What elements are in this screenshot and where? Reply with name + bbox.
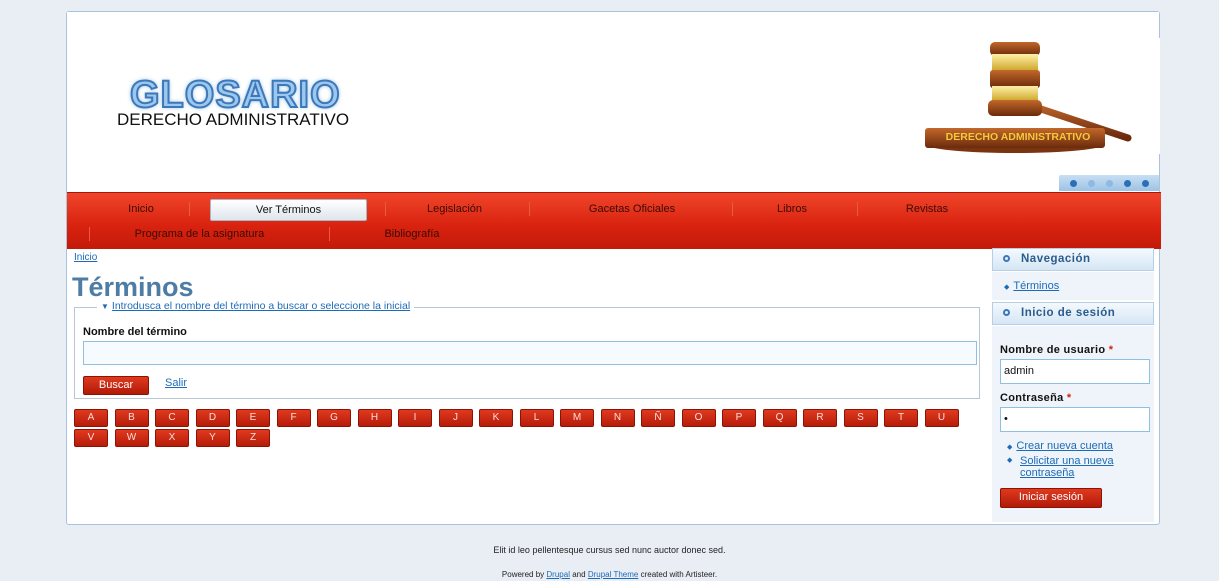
letter-button[interactable]: J	[438, 409, 473, 427]
bullet-icon: ◆	[1004, 284, 1010, 291]
nav-separator	[89, 227, 90, 241]
nav-item-inicio[interactable]: Inicio	[101, 199, 181, 219]
footer-credits: Powered by Drupal and Drupal Theme creat…	[0, 570, 1219, 579]
slideshow-pager[interactable]	[1059, 175, 1159, 191]
letter-button[interactable]: R	[803, 409, 837, 427]
letter-button[interactable]: O	[681, 409, 716, 427]
nav-separator	[329, 227, 330, 241]
letter-button[interactable]: Y	[195, 429, 230, 447]
username-input[interactable]: admin	[1000, 359, 1150, 384]
letter-button[interactable]: I	[398, 409, 432, 427]
login-button[interactable]: Iniciar sesión	[1000, 488, 1102, 508]
create-account-text[interactable]: Crear nueva cuenta	[1016, 440, 1113, 452]
slide-dot[interactable]	[1087, 179, 1095, 187]
letter-button[interactable]: K	[479, 409, 513, 427]
site-header: GLOSARIO DERECHO ADMINISTRATIVO DERECHO …	[67, 12, 1160, 192]
footer-suffix-text: created with Artisteer.	[640, 570, 718, 579]
footer-powered-text: Powered by	[501, 570, 545, 579]
slide-dot[interactable]	[1141, 179, 1149, 187]
nav-item-gacetas-oficiales[interactable]: Gacetas Oficiales	[557, 199, 707, 219]
letter-button[interactable]: L	[519, 409, 554, 427]
exit-link[interactable]: Salir	[165, 377, 187, 389]
footer-drupal-theme-link[interactable]: Drupal Theme	[588, 570, 639, 579]
nav-separator	[732, 202, 733, 216]
letter-button[interactable]: W	[114, 429, 149, 447]
footer-drupal-link[interactable]: Drupal	[546, 570, 570, 579]
site-slogan: DERECHO ADMINISTRATIVO	[117, 110, 350, 129]
navigation-block-title: Navegación	[992, 248, 1154, 271]
search-fieldset: ▼ Introdusca el nombre del término a busc…	[74, 300, 980, 399]
login-block-body: Nombre de usuario * admin Contraseña * •…	[992, 326, 1154, 522]
letter-button[interactable]: F	[276, 409, 311, 427]
letter-button[interactable]: C	[155, 409, 189, 427]
login-title-text: Inicio de sesión	[1021, 307, 1116, 319]
sidebar: Navegación ◆ Términos Inicio de sesión No…	[992, 248, 1156, 524]
collapse-triangle-icon: ▼	[101, 302, 109, 311]
nav-item-revistas[interactable]: Revistas	[882, 199, 972, 219]
search-button[interactable]: Buscar	[83, 376, 149, 395]
letter-button[interactable]: Q	[762, 409, 797, 427]
search-legend-text[interactable]: Introdusca el nombre del término a busca…	[112, 300, 410, 312]
sidebar-link-terminos-text[interactable]: Términos	[1013, 280, 1059, 292]
main-menu: Inicio Ver Términos Legislación Gacetas …	[67, 192, 1161, 249]
slide-dot[interactable]	[1069, 179, 1077, 187]
letter-button[interactable]: A	[74, 409, 108, 427]
letter-button[interactable]: X	[155, 429, 189, 447]
gavel-banner-text: DERECHO ADMINISTRATIVO	[945, 131, 1091, 143]
username-label: Nombre de usuario *	[1000, 344, 1113, 356]
letter-button[interactable]: T	[884, 409, 918, 427]
required-mark: *	[1066, 392, 1072, 404]
letter-button[interactable]: V	[74, 429, 108, 447]
nav-item-bibliografia[interactable]: Bibliografía	[367, 224, 457, 244]
login-block-title: Inicio de sesión	[992, 302, 1154, 325]
required-mark: *	[1108, 344, 1114, 356]
create-account-link[interactable]: ◆ Crear nueva cuenta	[1007, 440, 1113, 452]
slide-dot[interactable]	[1123, 179, 1131, 187]
page-title: Términos	[72, 272, 194, 302]
password-label-text: Contraseña	[1000, 392, 1064, 404]
breadcrumb-inicio-link[interactable]: Inicio	[74, 252, 97, 263]
nav-separator	[189, 202, 190, 216]
letter-button[interactable]: Z	[236, 429, 270, 447]
nav-separator	[529, 202, 530, 216]
letter-button[interactable]: H	[357, 409, 392, 427]
slide-dot[interactable]	[1105, 179, 1113, 187]
request-password-link[interactable]: ◆ Solicitar una nueva contraseña	[1007, 455, 1147, 479]
letter-button[interactable]: G	[317, 409, 351, 427]
letter-button[interactable]: D	[195, 409, 230, 427]
letter-button[interactable]: E	[236, 409, 270, 427]
gavel-image: DERECHO ADMINISTRATIVO	[860, 38, 1160, 154]
circle-icon	[1003, 309, 1010, 316]
nav-separator	[385, 202, 386, 216]
term-name-input[interactable]	[83, 341, 977, 365]
bullet-icon: ◆	[1007, 457, 1013, 464]
letter-button[interactable]: Ñ	[641, 409, 675, 427]
request-password-text[interactable]: Solicitar una nueva contraseña	[1020, 455, 1147, 479]
letter-button[interactable]: P	[722, 409, 756, 427]
letter-button[interactable]: U	[924, 409, 959, 427]
breadcrumb: Inicio	[74, 252, 97, 263]
letter-button[interactable]: M	[560, 409, 594, 427]
circle-icon	[1003, 255, 1010, 262]
bullet-icon: ◆	[1007, 444, 1013, 451]
password-input[interactable]: •	[1000, 407, 1150, 432]
username-label-text: Nombre de usuario	[1000, 344, 1106, 356]
nav-item-libros[interactable]: Libros	[757, 199, 827, 219]
footer-and-text: and	[572, 570, 586, 579]
password-label: Contraseña *	[1000, 392, 1071, 404]
nav-item-programa[interactable]: Programa de la asignatura	[112, 224, 287, 244]
sidebar-link-terminos[interactable]: ◆ Términos	[1004, 280, 1059, 292]
search-legend[interactable]: ▼ Introdusca el nombre del término a busc…	[97, 300, 415, 312]
navigation-title-text: Navegación	[1021, 253, 1091, 265]
letter-button[interactable]: N	[600, 409, 635, 427]
nav-separator	[857, 202, 858, 216]
nav-item-legislacion[interactable]: Legislación	[407, 199, 502, 219]
nav-item-ver-terminos[interactable]: Ver Términos	[210, 199, 367, 221]
term-name-label: Nombre del término	[83, 326, 187, 338]
letter-button[interactable]: S	[843, 409, 878, 427]
letter-button[interactable]: B	[114, 409, 149, 427]
footer-text: Elit id leo pellentesque cursus sed nunc…	[493, 545, 726, 555]
navigation-block-body: ◆ Términos	[992, 272, 1154, 300]
